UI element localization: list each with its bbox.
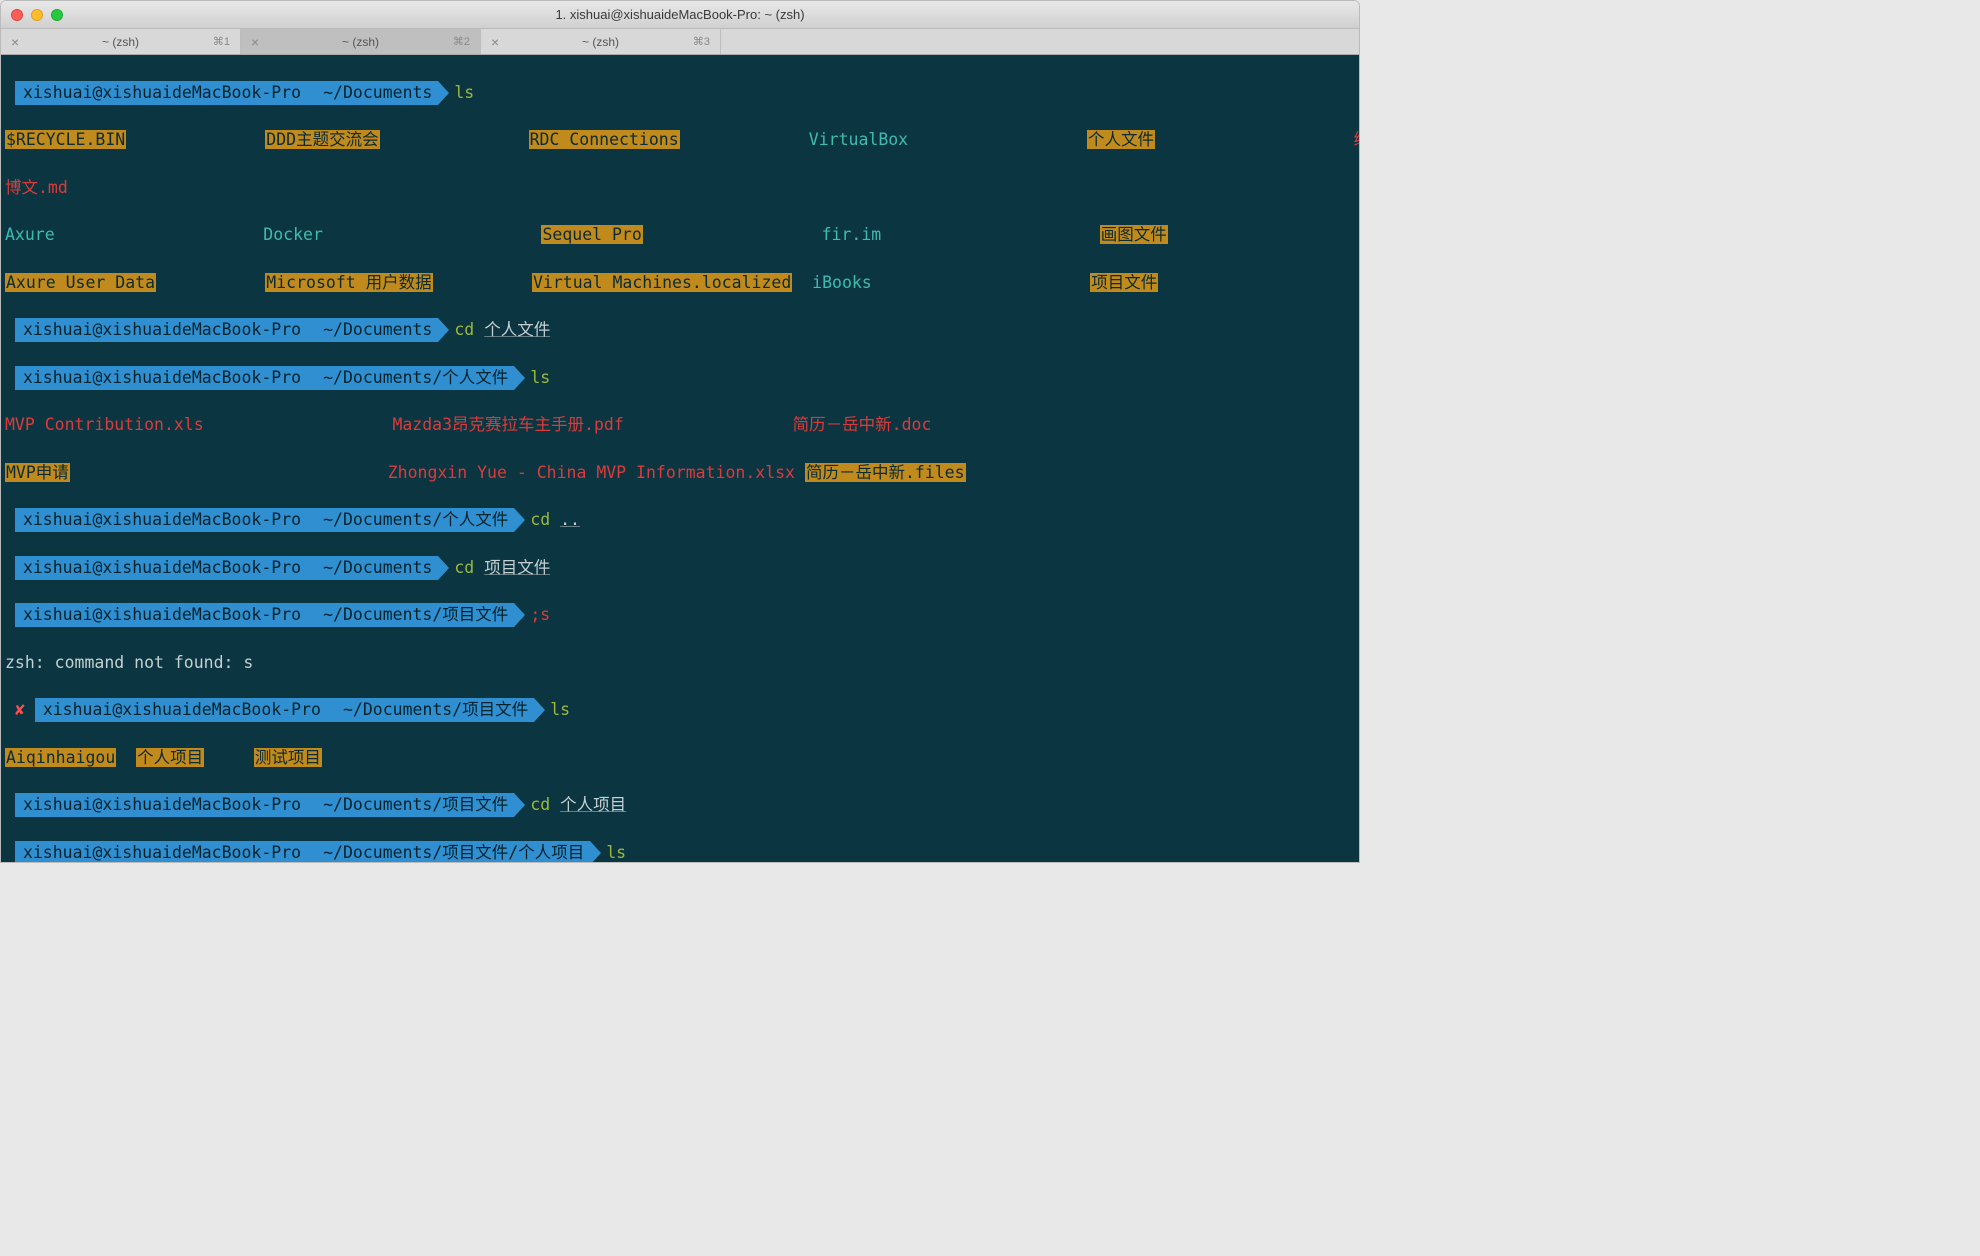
tabbar: × ~ (zsh) ⌘1 × ~ (zsh) ⌘2 × ~ (zsh) ⌘3 — [1, 29, 1359, 55]
prompt-path: ~/Documents — [307, 556, 438, 580]
close-icon[interactable]: × — [11, 34, 19, 50]
terminal-body[interactable]: xishuai@xishuaideMacBook-Pro~/Documentsl… — [1, 55, 1359, 862]
prompt-path: ~/Documents/项目文件 — [327, 698, 534, 722]
list-item: DDD主题交流会 — [265, 130, 379, 149]
tab-2[interactable]: × ~ (zsh) ⌘2 — [241, 29, 481, 54]
prompt-user: xishuai@xishuaideMacBook-Pro — [35, 698, 327, 722]
prompt-path: ~/Documents/个人文件 — [307, 508, 514, 532]
list-item: VirtualBox — [809, 130, 908, 149]
tab-1[interactable]: × ~ (zsh) ⌘1 — [1, 29, 241, 54]
terminal-window: 1. xishuai@xishuaideMacBook-Pro: ~ (zsh)… — [0, 0, 1360, 863]
list-item: MVP申请 — [5, 463, 70, 482]
tab-3[interactable]: × ~ (zsh) ⌘3 — [481, 29, 721, 54]
list-item: fir.im — [822, 225, 882, 244]
prompt-user: xishuai@xishuaideMacBook-Pro — [15, 793, 307, 817]
command: ;s — [530, 605, 550, 624]
command: cd — [454, 558, 484, 577]
list-item: Axure User Data — [5, 273, 156, 292]
list-item: Sequel Pro — [541, 225, 642, 244]
tab-label: ~ (zsh) — [582, 35, 619, 49]
prompt-path: ~/Documents/个人文件 — [307, 366, 514, 390]
error-output: zsh: command not found: s — [5, 651, 1355, 675]
command-arg: .. — [560, 510, 580, 529]
list-item: 测试项目 — [254, 748, 322, 767]
list-item: Mazda3昂克赛拉车主手册.pdf — [392, 415, 623, 434]
command-arg: 个人项目 — [560, 795, 626, 814]
prompt-path: ~/Documents/项目文件 — [307, 793, 514, 817]
close-icon[interactable]: × — [491, 34, 499, 50]
command: ls — [454, 83, 474, 102]
prompt-user: xishuai@xishuaideMacBook-Pro — [15, 366, 307, 390]
prompt-user: xishuai@xishuaideMacBook-Pro — [15, 556, 307, 580]
command-arg: 项目文件 — [484, 558, 550, 577]
command-arg: 个人文件 — [484, 320, 550, 339]
list-item: 项目文件 — [1090, 273, 1158, 292]
list-item: RDC Connections — [529, 130, 680, 149]
command: cd — [454, 320, 484, 339]
list-item: Aiqinhaigou — [5, 748, 116, 767]
list-item: 画图文件 — [1100, 225, 1168, 244]
prompt-path: ~/Documents/项目文件/个人项目 — [307, 841, 590, 862]
list-item: iBooks — [812, 273, 872, 292]
prompt-user: xishuai@xishuaideMacBook-Pro — [15, 318, 307, 342]
list-item: Docker — [263, 225, 323, 244]
prompt-user: xishuai@xishuaideMacBook-Pro — [15, 841, 307, 862]
list-item: 博文.md — [5, 178, 68, 197]
list-item: $RECYCLE.BIN — [5, 130, 126, 149]
prompt-path: ~/Documents/项目文件 — [307, 603, 514, 627]
command: cd — [530, 795, 560, 814]
close-icon[interactable]: × — [251, 34, 259, 50]
tab-shortcut: ⌘3 — [693, 35, 710, 48]
tab-shortcut: ⌘2 — [453, 35, 470, 48]
tab-shortcut: ⌘1 — [213, 35, 230, 48]
error-icon: ✘ — [15, 700, 25, 719]
list-item: 简历－岳中新.doc — [793, 415, 932, 434]
prompt-path: ~/Documents — [307, 318, 438, 342]
command: ls — [530, 368, 550, 387]
list-item: 编写 — [1354, 130, 1359, 149]
list-item: Virtual Machines.localized — [532, 273, 792, 292]
tab-label: ~ (zsh) — [342, 35, 379, 49]
window-title: 1. xishuai@xishuaideMacBook-Pro: ~ (zsh) — [1, 7, 1359, 22]
command: cd — [530, 510, 560, 529]
list-item: MVP Contribution.xls — [5, 415, 204, 434]
command: ls — [606, 843, 626, 862]
list-item: Zhongxin Yue - China MVP Information.xls… — [388, 463, 795, 482]
prompt-user: xishuai@xishuaideMacBook-Pro — [15, 603, 307, 627]
tab-label: ~ (zsh) — [102, 35, 139, 49]
prompt-user: xishuai@xishuaideMacBook-Pro — [15, 81, 307, 105]
command: ls — [550, 700, 570, 719]
list-item: Microsoft 用户数据 — [265, 273, 432, 292]
prompt-path: ~/Documents — [307, 81, 438, 105]
list-item: 个人项目 — [136, 748, 204, 767]
list-item: Axure — [5, 225, 55, 244]
prompt-user: xishuai@xishuaideMacBook-Pro — [15, 508, 307, 532]
list-item: 个人文件 — [1087, 130, 1155, 149]
list-item: 简历－岳中新.files — [805, 463, 966, 482]
titlebar: 1. xishuai@xishuaideMacBook-Pro: ~ (zsh) — [1, 1, 1359, 29]
